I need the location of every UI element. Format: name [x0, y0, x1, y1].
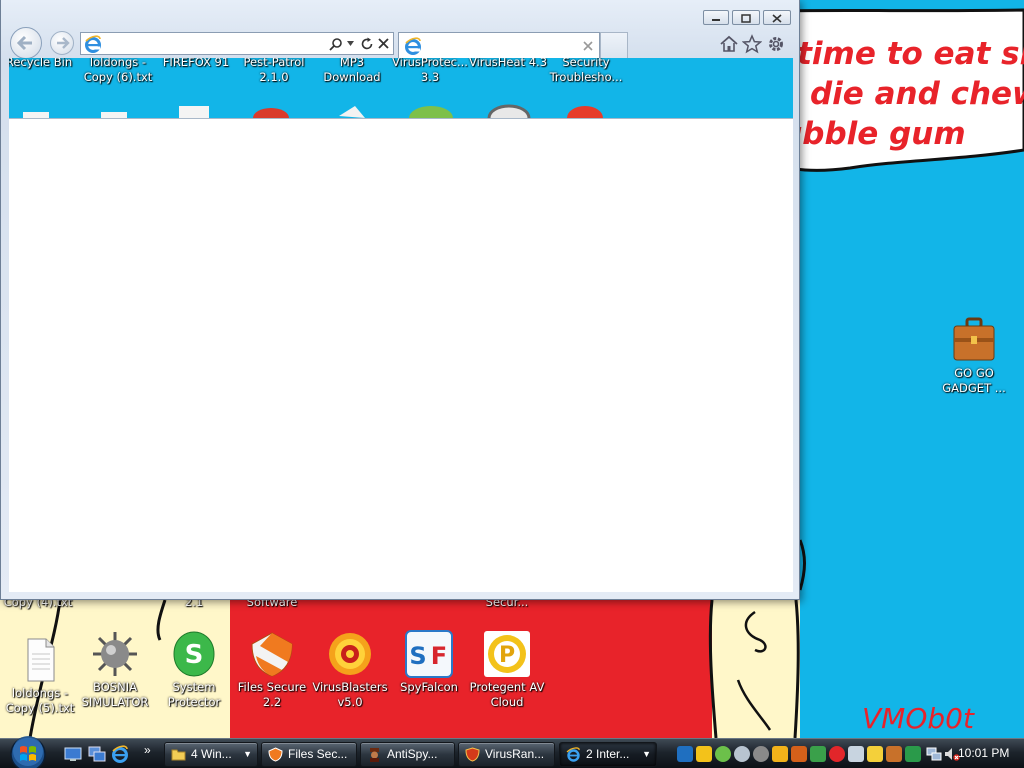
- desktop-icon-label: Protegent AV Cloud: [469, 680, 545, 709]
- tab-close-icon[interactable]: [583, 41, 593, 51]
- desktop-icon-bosnia-simulator[interactable]: BOSNIA SIMULATOR: [75, 630, 155, 710]
- desktop-icon-label: VirusBlasters v5.0: [312, 680, 388, 709]
- favorites-star-icon[interactable]: [742, 34, 762, 54]
- spy-figure-icon: [370, 748, 379, 762]
- group-arrow-icon: ▼: [642, 749, 651, 759]
- folder-icon: [171, 749, 186, 761]
- leaf-tray-icon[interactable]: [715, 746, 731, 762]
- desktop-icon-label: loldongs - Copy (5).txt: [5, 686, 75, 715]
- clock-tray-icon[interactable]: [753, 746, 769, 762]
- biohazard-icon: [326, 630, 374, 678]
- sf-logo-icon: SF: [405, 630, 453, 678]
- settings-gear-icon[interactable]: [766, 34, 786, 54]
- taskbar-button-virusranger[interactable]: VirusRan...: [458, 742, 555, 767]
- desktop-icon-tops: [23, 104, 603, 118]
- browser-page-content[interactable]: [9, 118, 793, 592]
- taskbar-button-label: 2 Inter...: [586, 747, 630, 761]
- taskbar-button-files-secure[interactable]: Files Sec...: [261, 742, 357, 767]
- quick-launch-overflow[interactable]: »: [144, 743, 151, 757]
- orange-shield-icon: [268, 747, 283, 762]
- forward-arrow-icon: [57, 37, 70, 49]
- desktop-icon-label: SpyFalcon: [400, 680, 458, 694]
- dropdown-arrow-icon[interactable]: [347, 41, 354, 46]
- desktop-visible-strip: Recycle Bin loldongs - Copy (6).txt FIRE…: [9, 58, 793, 118]
- home-icon[interactable]: [719, 34, 739, 54]
- desktop-icon-label: Files Secure 2.2: [237, 680, 307, 709]
- svg-text:P: P: [499, 643, 515, 668]
- refresh-icon[interactable]: [360, 37, 374, 51]
- minimize-button[interactable]: [703, 10, 729, 25]
- ie-logo-icon: [85, 35, 101, 53]
- desktop-icon-label: GO GO GADGET ...: [942, 366, 1006, 395]
- taskbar-button-label: VirusRan...: [485, 747, 545, 761]
- desktop-icon-files-secure[interactable]: Files Secure 2.2: [232, 630, 312, 710]
- shield-tray-icon[interactable]: [791, 746, 807, 762]
- show-desktop-icon[interactable]: [64, 745, 82, 763]
- desktop-icon-label: System Protector: [167, 680, 221, 709]
- taskbar-button-label: AntiSpy...: [387, 747, 438, 761]
- switch-windows-icon[interactable]: [88, 745, 106, 763]
- taskbar-button-label: 4 Win...: [191, 747, 232, 761]
- close-button[interactable]: [763, 10, 791, 25]
- browser-window[interactable]: Recycle Bin loldongs - Copy (6).txt FIRE…: [0, 0, 800, 600]
- taskbar-button-windows-explorer[interactable]: 4 Win... ▼: [164, 742, 258, 767]
- desktop-icon-system-protector[interactable]: S System Protector: [154, 630, 234, 710]
- desktop-icon-label: BOSNIA SIMULATOR: [81, 680, 149, 709]
- green-shield-icon: S: [170, 630, 218, 678]
- briefcase-tray-icon[interactable]: [886, 746, 902, 762]
- wallpaper-signature: VMOb0t: [862, 702, 974, 735]
- maximize-button[interactable]: [732, 10, 760, 25]
- internet-explorer-icon: [566, 747, 580, 762]
- taskbar: » 4 Win... ▼ Files Sec... AntiSpy... Vir…: [0, 736, 1024, 768]
- svg-text:S: S: [409, 642, 426, 670]
- ie-logo-icon: [405, 37, 421, 55]
- briefcase-icon: [950, 316, 998, 364]
- desktop-icon-spyfalcon[interactable]: SF SpyFalcon: [389, 630, 469, 695]
- svg-text:S: S: [185, 640, 204, 670]
- red-shield-icon: [465, 747, 480, 762]
- back-button[interactable]: [10, 27, 42, 59]
- back-arrow-icon: [16, 35, 32, 51]
- browser-tab-active[interactable]: [398, 32, 600, 58]
- taskbar-button-antispy[interactable]: AntiSpy...: [360, 742, 455, 767]
- text-file-icon: [16, 636, 64, 684]
- svg-text:F: F: [431, 642, 447, 670]
- av-tray-icon[interactable]: [772, 746, 788, 762]
- gem-tray-icon[interactable]: [810, 746, 826, 762]
- protegent-logo-icon: P: [483, 630, 531, 678]
- internet-explorer-icon[interactable]: [111, 745, 129, 763]
- desktop-icon-virusblasters[interactable]: VirusBlasters v5.0: [310, 630, 390, 710]
- spiked-mine-icon: [91, 630, 139, 678]
- start-button[interactable]: [6, 733, 50, 768]
- protegent-tray-icon[interactable]: [696, 746, 712, 762]
- address-input[interactable]: [103, 35, 325, 52]
- security-tray-icon[interactable]: [905, 746, 921, 762]
- address-bar[interactable]: [80, 32, 394, 55]
- stop-icon[interactable]: [377, 37, 390, 50]
- calendar-tray-icon[interactable]: [848, 746, 864, 762]
- disc-tray-icon[interactable]: [734, 746, 750, 762]
- warning-tray-icon[interactable]: [867, 746, 883, 762]
- desktop-icon-loldongs-copy-5[interactable]: loldongs - Copy (5).txt: [0, 636, 80, 716]
- taskbar-button-internet-explorer[interactable]: 2 Inter... ▼: [559, 742, 657, 767]
- taskbar-clock[interactable]: 10:01 PM: [958, 746, 1009, 760]
- new-tab-button[interactable]: [600, 32, 628, 58]
- spyfalcon-tray-icon[interactable]: [677, 746, 693, 762]
- desktop-icon-protegent[interactable]: P Protegent AV Cloud: [467, 630, 547, 710]
- forward-button[interactable]: [50, 31, 74, 55]
- bug-tray-icon[interactable]: [829, 746, 845, 762]
- network-icon[interactable]: [926, 746, 942, 762]
- taskbar-button-label: Files Sec...: [288, 747, 348, 761]
- orange-shield-icon: [248, 630, 296, 678]
- desktop-icon-go-go-gadget[interactable]: GO GO GADGET ...: [934, 316, 1014, 396]
- search-icon[interactable]: [329, 37, 343, 51]
- group-arrow-icon: ▼: [243, 749, 252, 759]
